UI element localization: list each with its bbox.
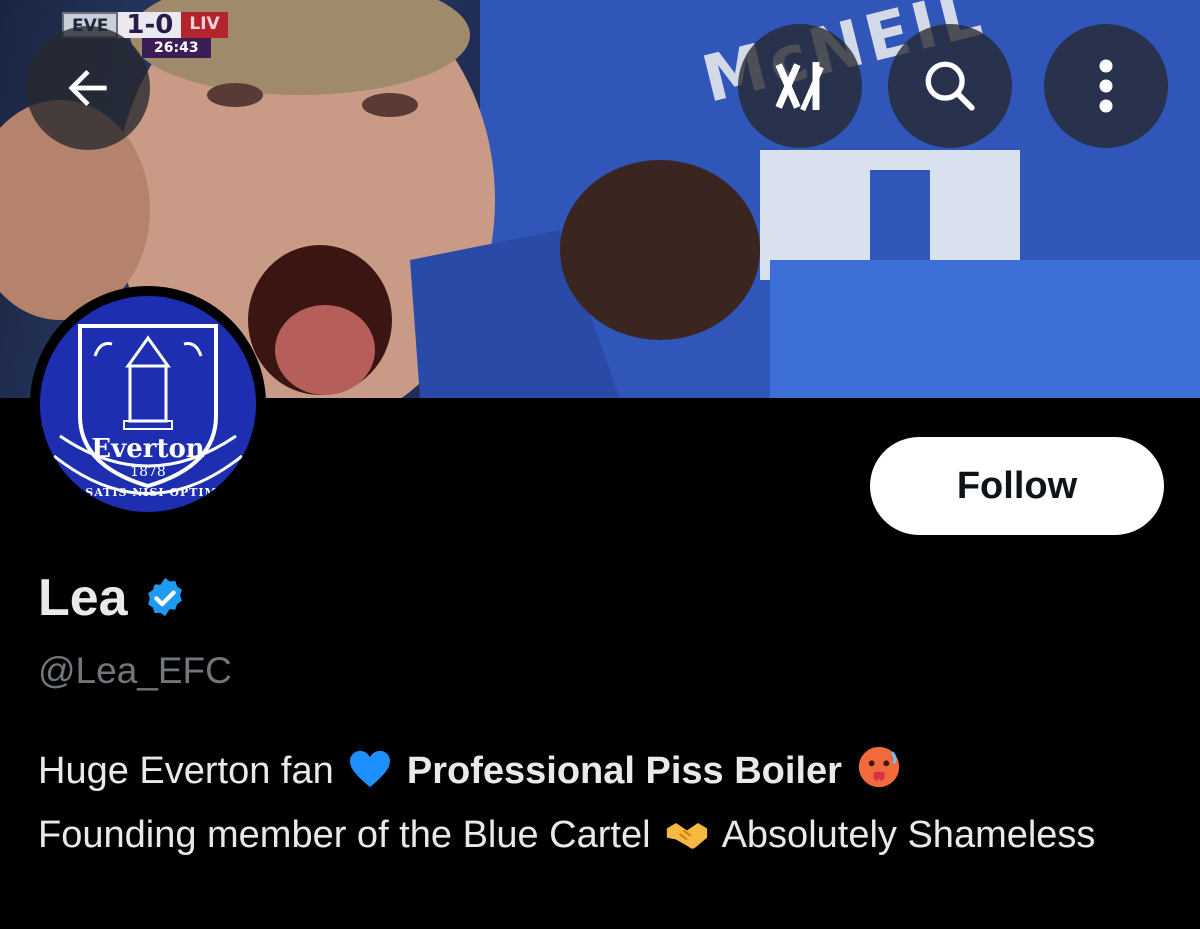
hot-face-emoji [857, 745, 901, 806]
more-button[interactable] [1044, 24, 1168, 148]
verified-badge-icon[interactable] [142, 575, 188, 621]
match-score: 1-0 [118, 12, 182, 38]
arrow-left-icon [68, 70, 107, 106]
match-clock: 26:43 [142, 38, 211, 58]
grok-button[interactable] [738, 24, 862, 148]
display-name: Lea [38, 569, 128, 627]
search-icon [925, 61, 975, 111]
everton-crest: Everton 1878 NIL SATIS NISI OPTIMUM [40, 296, 256, 512]
search-button[interactable] [888, 24, 1012, 148]
display-name-row: Lea [38, 568, 188, 628]
follow-button[interactable]: Follow [870, 437, 1164, 535]
back-button[interactable] [26, 26, 150, 150]
crest-motto: NIL SATIS NISI OPTIMUM [54, 486, 242, 499]
crest-founded: 1878 [130, 464, 166, 480]
bio-text-bold: Professional Piss Boiler [406, 750, 842, 792]
bio-text-1: Huge Everton fan [38, 750, 334, 792]
avatar[interactable]: Everton 1878 NIL SATIS NISI OPTIMUM [30, 286, 266, 522]
crest-club-name: Everton [91, 434, 205, 464]
more-vertical-icon [1099, 59, 1113, 113]
user-handle: @Lea_EFC [38, 650, 232, 691]
bio-text-4: Absolutely Shameless [721, 814, 1096, 856]
away-team: LIV [181, 12, 228, 38]
handshake-emoji [665, 812, 709, 870]
profile-bio: Huge Everton fan Professional Piss Boile… [38, 742, 1138, 870]
bio-text-3: Founding member of the Blue Cartel [38, 814, 651, 856]
blue-heart-emoji [348, 748, 392, 806]
grok-icon [775, 62, 824, 112]
